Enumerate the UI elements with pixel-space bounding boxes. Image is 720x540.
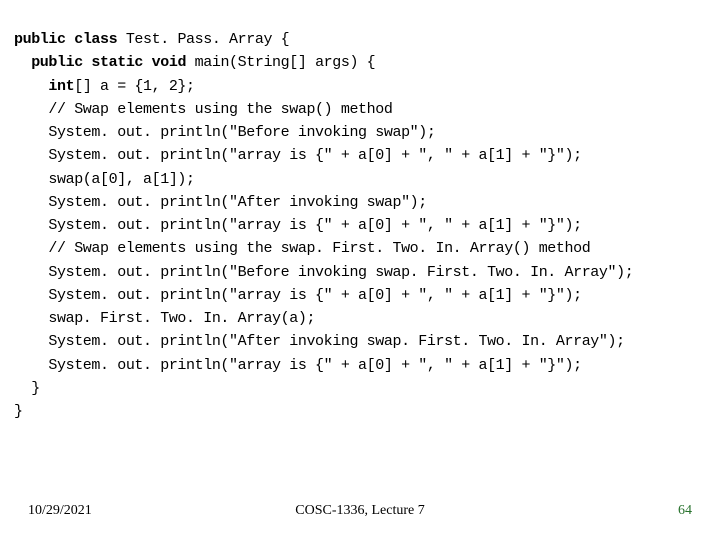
kw-class: class: [74, 31, 117, 48]
code-block: public class Test. Pass. Array { public …: [14, 28, 720, 423]
code-text: System. out. println("array is {" + a[0]…: [48, 287, 581, 304]
code-text: Test. Pass. Array {: [117, 31, 289, 48]
code-text: System. out. println("array is {" + a[0]…: [48, 147, 581, 164]
footer-page-number: 64: [678, 500, 692, 522]
code-text: swap(a[0], a[1]);: [48, 171, 194, 188]
code-text: main(String[] args) {: [186, 54, 375, 71]
footer-title: COSC-1336, Lecture 7: [0, 500, 720, 522]
code-text: [] a = {1, 2};: [74, 78, 194, 95]
kw-public: public: [14, 31, 66, 48]
code-text: System. out. println("array is {" + a[0]…: [48, 217, 581, 234]
code-text: System. out. println("Before invoking sw…: [48, 124, 435, 141]
code-text: // Swap elements using the swap. First. …: [48, 240, 590, 257]
kw-int: int: [48, 78, 74, 95]
kw-static: static: [91, 54, 143, 71]
code-text: // Swap elements using the swap() method: [48, 101, 392, 118]
code-text: }: [14, 403, 23, 420]
slide-page: public class Test. Pass. Array { public …: [0, 0, 720, 540]
code-text: System. out. println("After invoking swa…: [48, 194, 426, 211]
code-text: swap. First. Two. In. Array(a);: [48, 310, 315, 327]
code-text: System. out. println("Before invoking sw…: [48, 264, 633, 281]
kw-public: public: [31, 54, 83, 71]
code-text: }: [14, 380, 40, 397]
kw-void: void: [152, 54, 186, 71]
code-text: System. out. println("array is {" + a[0]…: [48, 357, 581, 374]
code-text: System. out. println("After invoking swa…: [48, 333, 624, 350]
